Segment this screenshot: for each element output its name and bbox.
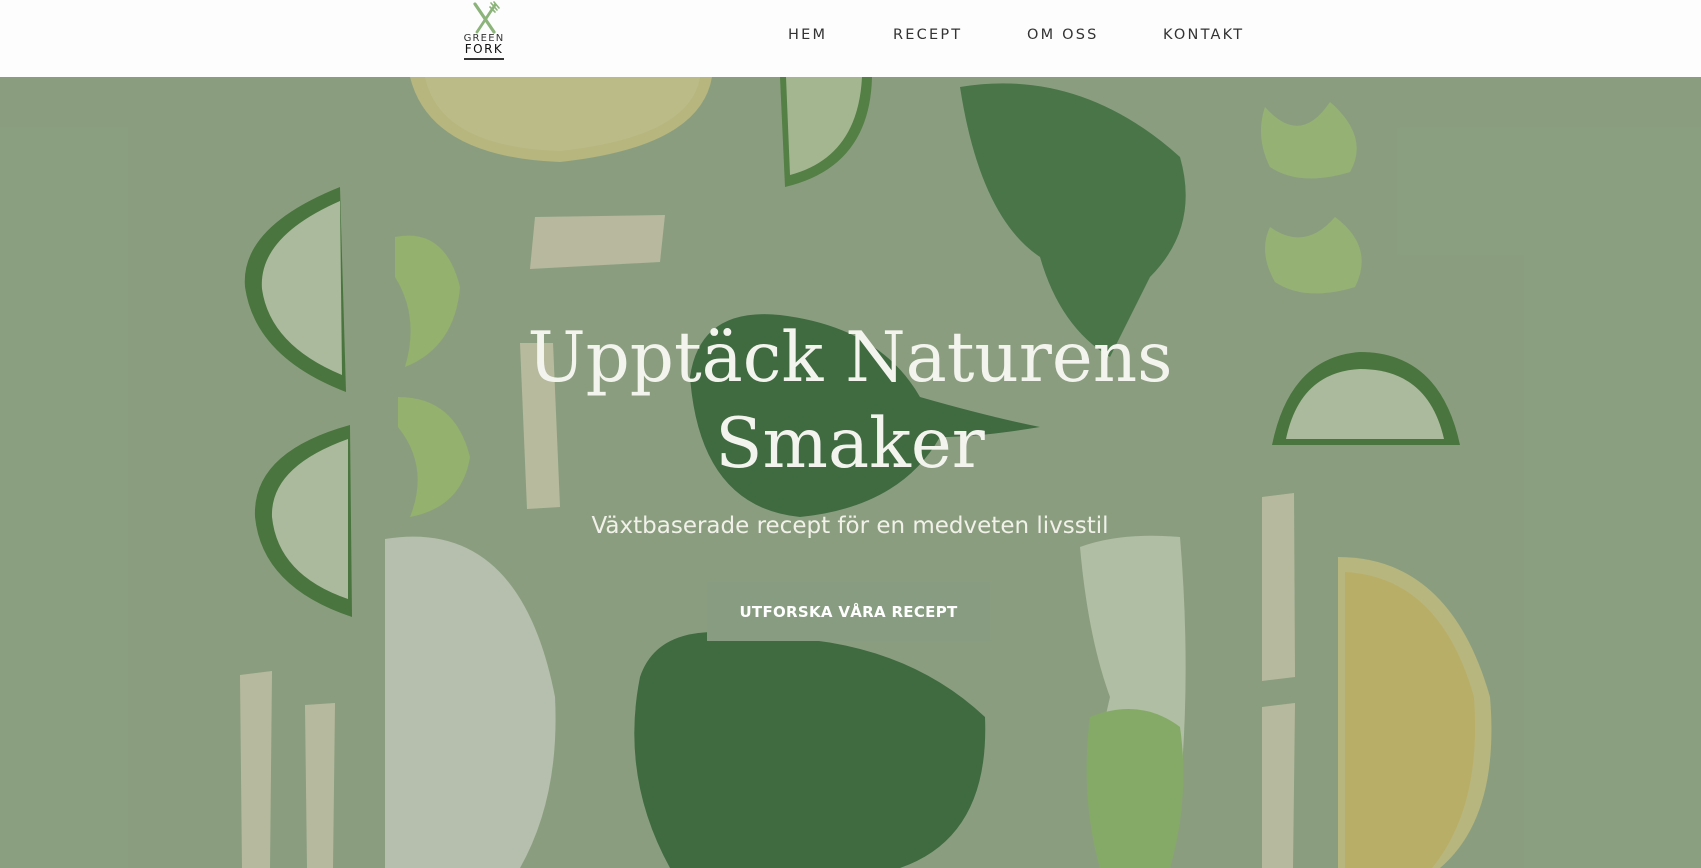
hero-subtitle: Växtbaserade recept för en medveten livs… — [591, 513, 1109, 539]
main-nav: HEM RECEPT OM OSS KONTAKT — [0, 0, 1701, 72]
explore-recipes-button[interactable]: UTFORSKA VÅRA RECEPT — [707, 582, 990, 641]
nav-item-recept[interactable]: RECEPT — [893, 27, 962, 43]
hero-section: Upptäck Naturens Smaker Växtbaserade rec… — [0, 77, 1701, 868]
hero-title: Upptäck Naturens Smaker — [400, 315, 1300, 487]
nav-item-om-oss[interactable]: OM OSS — [1027, 27, 1099, 43]
hero-title-line-1: Upptäck Naturens — [527, 318, 1173, 398]
site-header: GREEN FORK HEM RECEPT OM OSS KONTAKT — [0, 0, 1701, 77]
nav-item-kontakt[interactable]: KONTAKT — [1163, 27, 1244, 43]
nav-item-hem[interactable]: HEM — [788, 27, 827, 43]
hero-title-line-2: Smaker — [715, 404, 985, 484]
